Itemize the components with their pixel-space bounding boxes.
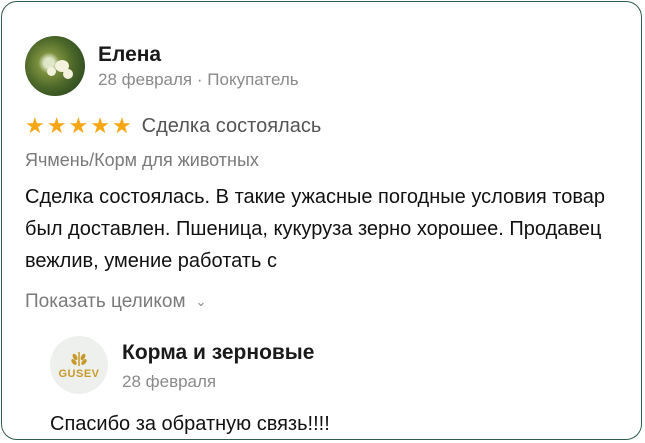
seller-logo: GUSEV — [50, 336, 108, 394]
review-text: Сделка состоялась. В такие ужасные погод… — [25, 186, 605, 272]
review-header: Елена 28 февраля · Покупатель — [25, 36, 299, 96]
review-card: Елена 28 февраля · Покупатель ★ ★ ★ ★ ★ … — [1, 1, 642, 440]
seller-name: Корма и зерновые — [122, 341, 315, 364]
review-date: 28 февраля — [98, 70, 193, 89]
star-icon: ★ — [90, 113, 110, 138]
star-icon: ★ — [68, 113, 89, 138]
show-more-label: Показать целиком — [25, 291, 186, 312]
reviewer-role: Покупатель — [207, 70, 299, 89]
star-icon: ★ — [46, 113, 67, 138]
meta-separator: · — [196, 70, 203, 89]
reply-date: 28 февраля — [122, 372, 217, 391]
star-icon: ★ — [111, 113, 132, 138]
review-meta: 28 февраля · Покупатель — [98, 70, 299, 90]
chevron-down-icon: ⌄ — [195, 294, 207, 309]
reply-text: Спасибо за обратную связь!!!! — [50, 413, 330, 435]
reviewer-name: Елена — [98, 43, 162, 66]
wheat-logo-icon — [71, 351, 87, 366]
seller-logo-text: GUSEV — [58, 367, 100, 380]
rating-row: ★ ★ ★ ★ ★ Сделка состоялась — [25, 113, 321, 139]
rating-text: Сделка состоялась — [141, 114, 322, 137]
reviewer-avatar — [25, 36, 85, 96]
product-name: Ячмень/Корм для животных — [25, 150, 259, 170]
star-icon: ★ — [25, 113, 45, 138]
show-more-button[interactable]: Показать целиком ⌄ — [25, 291, 206, 313]
